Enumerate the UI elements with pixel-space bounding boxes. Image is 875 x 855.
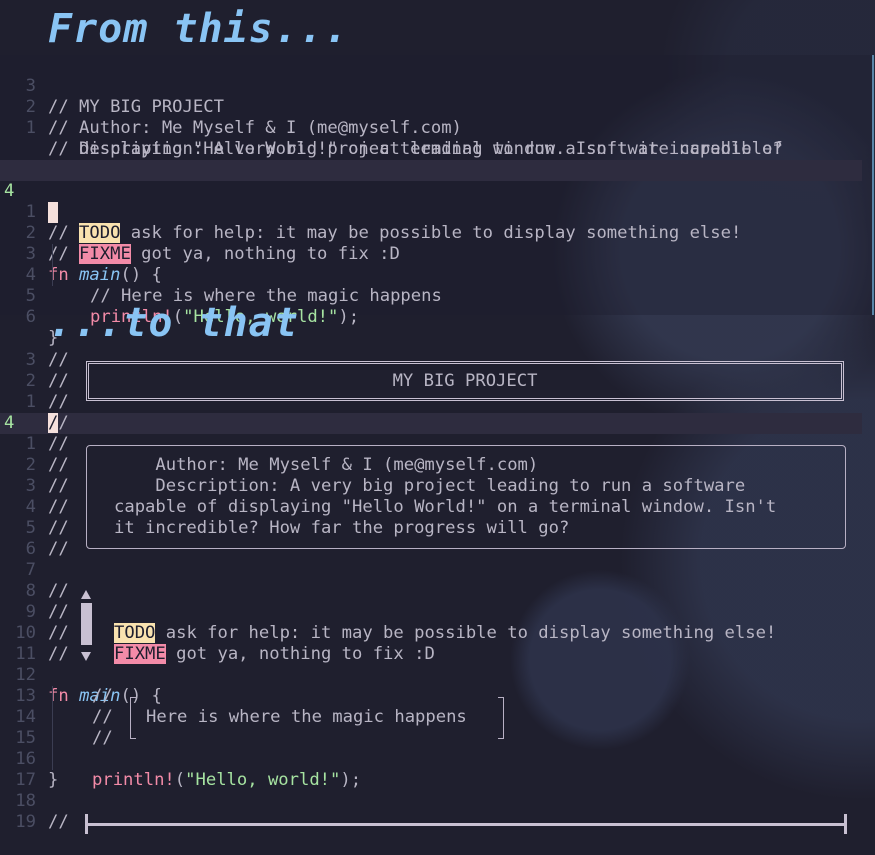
comment-marker: //: [48, 476, 69, 496]
line-number: 12: [15, 665, 36, 685]
line-number: 17: [15, 770, 36, 790]
line-number: 6: [25, 539, 36, 559]
desc-box-line: Author: Me Myself & I (me@myself.com): [114, 455, 539, 475]
line-number: 4: [25, 497, 36, 517]
comment-marker: //: [92, 686, 113, 706]
title-box-text: MY BIG PROJECT: [392, 371, 538, 391]
line-number: 10: [15, 623, 36, 643]
code-line-wrap: displaying "Hello World!" on a terminal …: [0, 118, 862, 159]
code-line: 8 //: [0, 581, 862, 602]
scrollbar-thumb[interactable]: [81, 603, 92, 645]
line-number: 16: [15, 749, 36, 769]
line-number: 2: [25, 455, 36, 475]
line-number: 1: [25, 434, 36, 454]
line-number: 3: [25, 350, 36, 370]
rule-right-cap: [844, 814, 847, 834]
editor-pane-before[interactable]: 3 // MY BIG PROJECT 2 // Author: Me Myse…: [0, 55, 874, 348]
desc-box-line: Description: A very big project leading …: [114, 476, 746, 496]
line-number: 19: [15, 812, 36, 832]
line-number: 13: [15, 686, 36, 706]
current-line[interactable]: 4 //: [0, 413, 862, 434]
comment-marker: //: [48, 497, 69, 517]
right-bracket: [498, 697, 504, 739]
line-number: 8: [25, 581, 36, 601]
line-number: 2: [25, 371, 36, 391]
code-line: 3 fn main() {: [0, 223, 862, 285]
comment-marker: //: [92, 728, 113, 748]
line-number: 11: [15, 644, 36, 664]
code-line: 11 //: [0, 644, 862, 665]
code-line: 12 fn main() {: [0, 665, 862, 706]
line-number: 6: [25, 307, 36, 327]
line-number: 3: [25, 476, 36, 496]
line-number: 1: [25, 392, 36, 412]
code-line: 3 // MY BIG PROJECT: [0, 55, 862, 117]
code-line: 4 // Here is where the magic happens: [0, 244, 862, 306]
comment-marker: //: [48, 392, 69, 412]
desc-box-line: capable of displaying "Hello World!" on …: [114, 497, 777, 517]
line-number: 15: [15, 728, 36, 748]
scroll-down-arrow-icon[interactable]: [81, 652, 91, 661]
comment-marker: //: [48, 434, 69, 454]
left-bracket: [130, 697, 136, 739]
code-line-wrap: How far the progress will go?: [0, 139, 862, 180]
code-line: 17}: [0, 770, 862, 791]
code-line: 1 // TODO ask for help: it may be possib…: [0, 181, 862, 243]
desc-box-line: it incredible? How far the progress will…: [114, 518, 570, 538]
comment-marker: //: [48, 644, 69, 664]
comment-marker: //: [92, 707, 113, 727]
text-cursor: /: [48, 413, 59, 433]
comment-marker: //: [48, 350, 69, 370]
comment-marker: /: [58, 413, 69, 433]
comment-marker: //: [48, 812, 69, 832]
comment-marker: //: [48, 371, 69, 391]
code-line: 2 // FIXME got ya, nothing to fix :D: [0, 202, 862, 264]
line-number: 18: [15, 791, 36, 811]
comment-marker: //: [48, 581, 69, 601]
heading-before: From this...: [48, 6, 349, 52]
code-line: 16 println!("Hello, world!");: [0, 749, 862, 790]
comment-marker: //: [48, 539, 69, 559]
current-line-number: 4: [4, 413, 15, 433]
comment-marker: //: [48, 623, 69, 643]
punctuation: }: [48, 770, 59, 790]
current-line[interactable]: 4: [0, 160, 862, 223]
code-line: 5 println!("Hello, world!");: [0, 265, 862, 327]
code-line: 1 // Description: A very big project lea…: [0, 97, 862, 159]
comment-marker: //: [48, 602, 69, 622]
code-line: 10// FIXME got ya, nothing to fix :D: [0, 623, 862, 664]
magic-box-text: Here is where the magic happens: [146, 707, 467, 727]
editor-pane-after[interactable]: 3// 2// 1// 4// 1// 2// 3// 4// 5// 6// …: [0, 350, 872, 855]
code-line: 18: [0, 791, 862, 812]
comment-marker: //: [48, 518, 69, 538]
line-number: 5: [25, 518, 36, 538]
code-line: 2 // Author: Me Myself & I (me@myself.co…: [0, 76, 862, 138]
line-number: 14: [15, 707, 36, 727]
comment-marker: //: [48, 455, 69, 475]
scroll-up-arrow-icon[interactable]: [81, 590, 91, 599]
horizontal-rule: [86, 823, 846, 826]
punctuation: );: [338, 307, 360, 327]
code-line: 7: [0, 560, 862, 581]
line-number: 9: [25, 602, 36, 622]
line-number: 7: [25, 560, 36, 580]
heading-after: ...to that: [48, 300, 299, 346]
code-line: 9// TODO ask for help: it may be possibl…: [0, 602, 862, 643]
